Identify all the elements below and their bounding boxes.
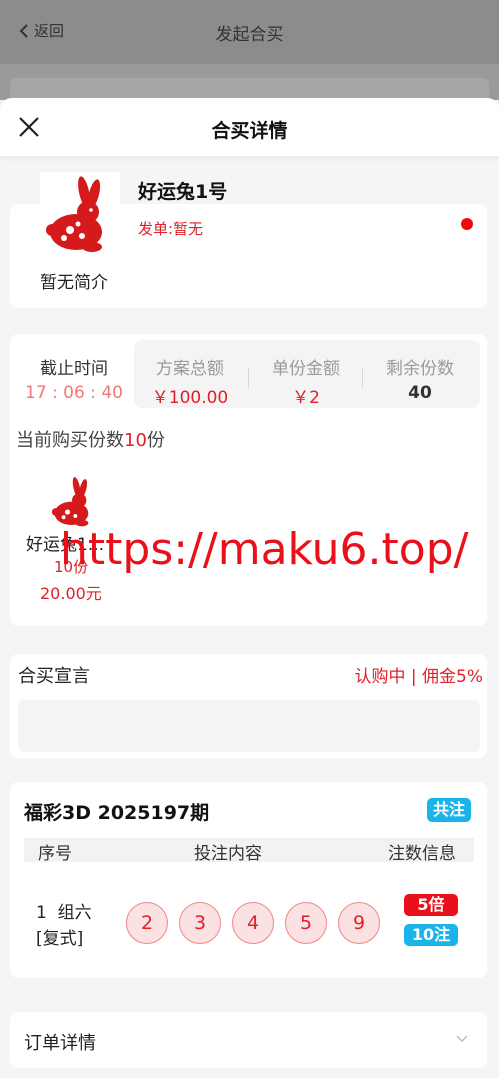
unit-stat: 单份金额 ￥2	[250, 340, 362, 408]
purchase-prefix: 当前购买份数	[16, 430, 124, 451]
number-ball: 9	[338, 902, 380, 944]
remaining-stat: 剩余份数 40	[364, 340, 476, 408]
unit-label: 单份金额	[272, 359, 340, 379]
background-header: 返回 发起合买	[0, 0, 499, 64]
header-content: 投注内容	[194, 844, 262, 864]
total-stat: 方案总额 ￥100.00	[134, 340, 246, 408]
row-type: 组六	[57, 903, 92, 923]
deadline-value: 17 : 06 : 40	[25, 383, 123, 403]
declaration-status: 认购中 | 佣金5%	[354, 667, 483, 687]
bet-table-header: 序号 投注内容 注数信息	[24, 838, 474, 864]
item-amount: 20.00元	[40, 584, 102, 603]
divider	[362, 368, 363, 388]
rabbit-logo	[51, 477, 89, 527]
row-index-type: 1 组六	[36, 898, 92, 923]
sheet-title: 合买详情	[211, 120, 288, 142]
number-ball: 5	[285, 902, 327, 944]
status-dot	[461, 218, 473, 230]
header-notes: 注数信息	[388, 844, 456, 864]
number-ball: 2	[126, 902, 168, 944]
chevron-down-icon	[456, 1035, 468, 1043]
bet-title: 福彩3D 2025197期	[24, 802, 210, 824]
remaining-label: 剩余份数	[386, 359, 454, 379]
sheet-header: 合买详情	[0, 98, 499, 156]
order-title: 订单详情	[24, 1033, 96, 1054]
row-index: 1	[36, 903, 47, 923]
bet-badge: 共注	[426, 798, 471, 822]
plan-issuer: 发单:暂无	[138, 220, 204, 238]
deadline-stat: 截止时间 17 : 06 : 40	[14, 340, 134, 408]
purchase-suffix: 份	[146, 430, 165, 451]
unit-value: ￥2	[292, 388, 320, 408]
amount-stats-box: 方案总额 ￥100.00 单份金额 ￥2 剩余份数 40	[134, 340, 480, 408]
multiple-badge: 5倍	[404, 894, 458, 916]
background-title: 发起合买	[215, 25, 284, 45]
purchase-number: 10	[124, 430, 147, 451]
notes-badge: 10注	[404, 924, 458, 946]
declaration-box	[18, 700, 480, 752]
purchase-count: 当前购买份数10份	[16, 426, 165, 452]
background-strip	[0, 64, 499, 100]
deadline-label: 截止时间	[40, 359, 108, 379]
number-ball: 4	[232, 902, 274, 944]
order-detail-row[interactable]: 订单详情	[10, 1012, 487, 1068]
detail-sheet: 合买详情 暂无简介 好运兔1号 发单:暂无 截止时间 17 : 06 : 40	[0, 98, 499, 1078]
watermark-text: https://maku6.top/	[60, 524, 469, 575]
plan-name: 好运兔1号	[138, 181, 228, 203]
declaration-card: 合买宣言 认购中 | 佣金5%	[10, 654, 487, 758]
stats-card: 截止时间 17 : 06 : 40 方案总额 ￥100.00 单份金额 ￥2 剩…	[10, 334, 487, 626]
divider	[248, 368, 249, 388]
total-value: ￥100.00	[151, 388, 229, 408]
stats-row: 截止时间 17 : 06 : 40 方案总额 ￥100.00 单份金额 ￥2 剩…	[14, 340, 480, 408]
remaining-value: 40	[408, 383, 432, 403]
total-label: 方案总额	[156, 359, 224, 379]
declaration-title: 合买宣言	[18, 666, 90, 687]
number-ball: 3	[179, 902, 221, 944]
bet-card: 福彩3D 2025197期 共注 序号 投注内容 注数信息 1 组六 [复式] …	[10, 782, 487, 978]
plan-intro: 暂无简介	[40, 273, 108, 293]
row-mode: [复式]	[36, 929, 84, 949]
plan-card: 暂无简介 好运兔1号 发单:暂无	[10, 172, 487, 308]
rabbit-logo	[40, 172, 120, 254]
header-index: 序号	[38, 844, 72, 864]
